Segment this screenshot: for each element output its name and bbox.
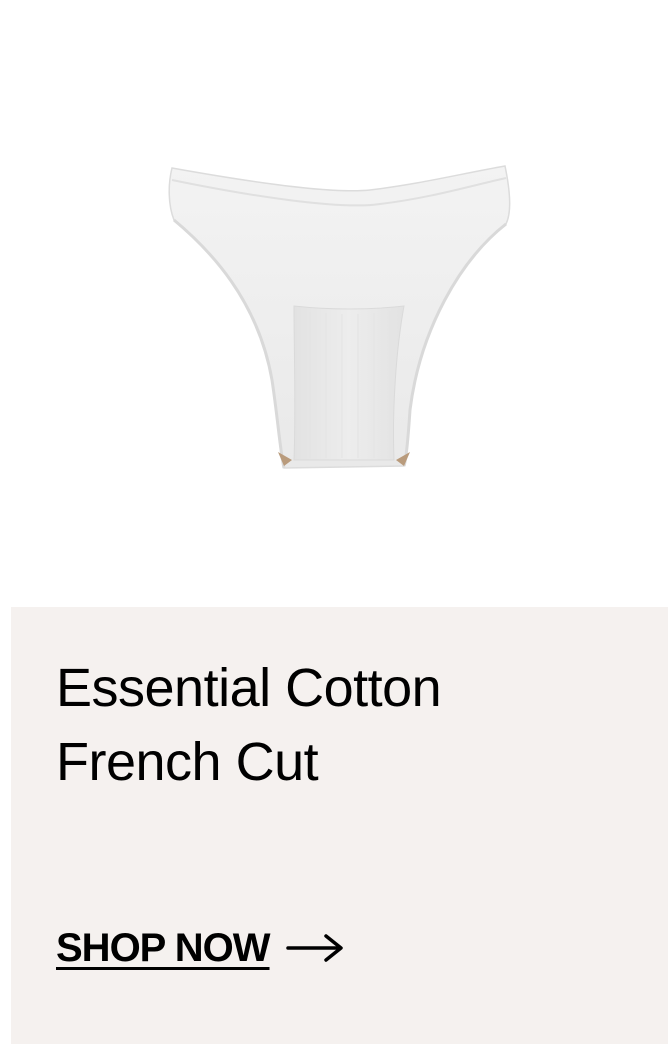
product-image[interactable] bbox=[160, 160, 520, 480]
product-card: Essential Cotton French Cut SHOP NOW bbox=[11, 607, 668, 1044]
product-title-line-2[interactable]: French Cut bbox=[56, 725, 636, 799]
product-title[interactable]: Essential Cotton French Cut bbox=[56, 651, 636, 799]
shop-now-label[interactable]: SHOP NOW bbox=[56, 923, 271, 973]
shop-now-link[interactable]: SHOP NOW bbox=[56, 923, 344, 973]
product-image-area[interactable] bbox=[0, 0, 668, 607]
arrow-right-icon[interactable] bbox=[285, 933, 344, 963]
product-title-line-1[interactable]: Essential Cotton bbox=[56, 651, 636, 725]
